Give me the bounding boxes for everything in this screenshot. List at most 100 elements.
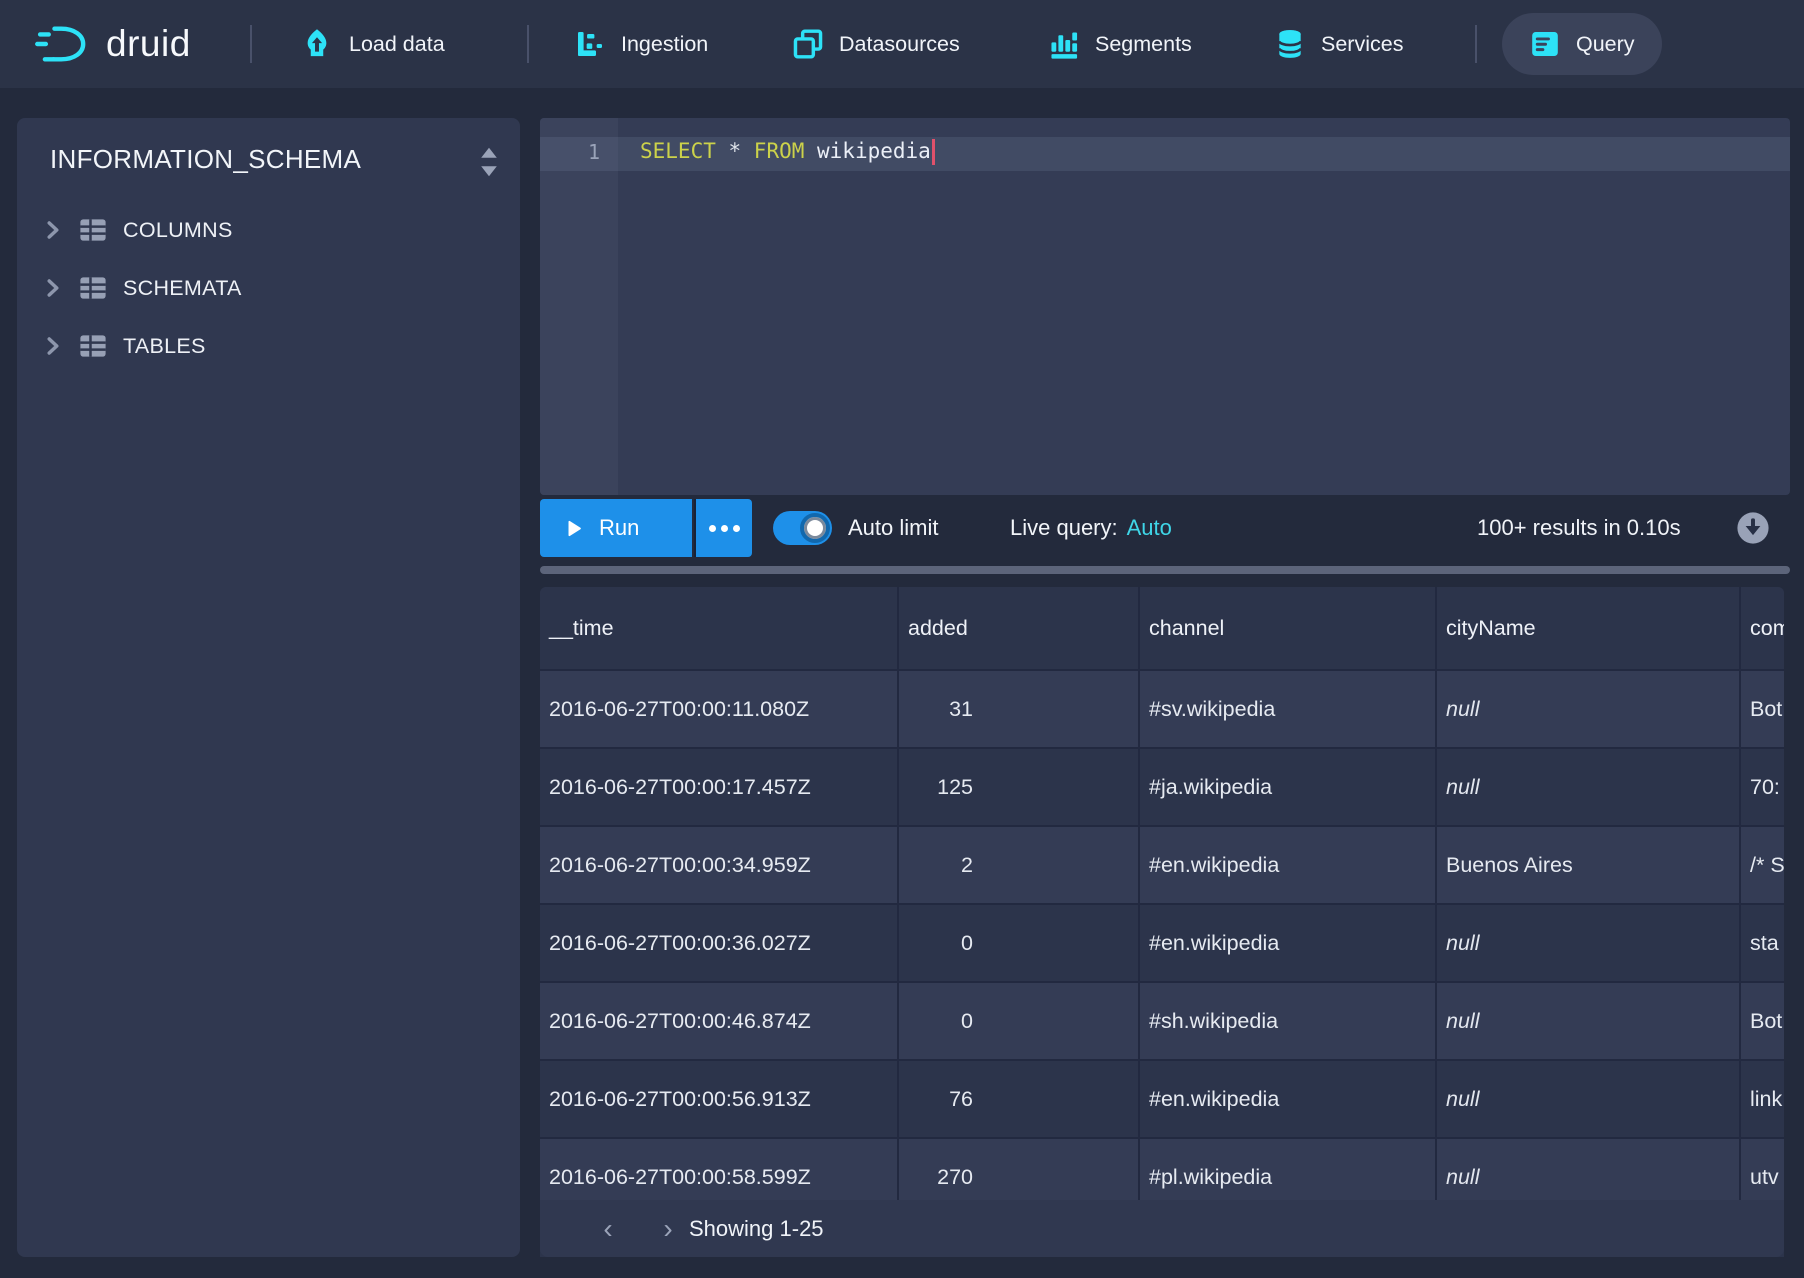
chevron-right-icon[interactable] — [43, 278, 63, 298]
column-header-channel[interactable]: channel — [1140, 587, 1437, 669]
table-cell[interactable]: 31 — [899, 671, 1140, 747]
play-icon — [564, 519, 583, 538]
nav-divider — [527, 25, 529, 63]
table-row: 2016-06-27T00:00:34.959Z2#en.wikipediaBu… — [540, 827, 1784, 905]
nav-item-datasources[interactable]: Datasources — [792, 0, 960, 88]
sidebar-item-columns[interactable]: COLUMNS — [17, 203, 520, 257]
nav-item-label: Ingestion — [621, 32, 708, 57]
nav-item-load-data[interactable]: Load data — [300, 0, 445, 88]
table-cell[interactable]: 2016-06-27T00:00:34.959Z — [540, 827, 899, 903]
nav-item-ingestion[interactable]: Ingestion — [574, 0, 708, 88]
nav-item-label: Query — [1576, 32, 1635, 57]
live-query-label: Live query: — [1010, 515, 1118, 541]
chevron-right-icon[interactable] — [43, 336, 63, 356]
services-icon — [1274, 28, 1306, 60]
query-editor[interactable]: 1 SELECT * FROM wikipedia — [540, 118, 1790, 495]
previous-page-button[interactable]: ‹ — [588, 1200, 628, 1257]
table-cell[interactable]: 2016-06-27T00:00:46.874Z — [540, 983, 899, 1059]
column-header-comment[interactable]: comment — [1741, 587, 1784, 669]
table-cell[interactable]: null — [1437, 983, 1741, 1059]
table-cell[interactable]: 0 — [899, 983, 1140, 1059]
column-header-time[interactable]: __time — [540, 587, 899, 669]
table-cell[interactable]: #sh.wikipedia — [1140, 983, 1437, 1059]
sql-token-keyword: FROM — [754, 139, 805, 163]
nav-item-query[interactable]: Query — [1502, 13, 1662, 75]
table-cell[interactable]: #sv.wikipedia — [1140, 671, 1437, 747]
sidebar-item-tables[interactable]: TABLES — [17, 319, 520, 373]
table-cell[interactable]: sta — [1741, 905, 1784, 981]
results-summary: 100+ results in 0.10s — [1477, 499, 1681, 557]
table-cell[interactable]: /* S — [1741, 827, 1784, 903]
results-table: __timeaddedchannelcityNamecomment 2016-0… — [540, 587, 1784, 1257]
live-query-control: Live query: Auto — [1010, 499, 1172, 557]
table-cell[interactable]: #ja.wikipedia — [1140, 749, 1437, 825]
table-cell[interactable]: link — [1741, 1061, 1784, 1137]
run-button[interactable]: Run — [540, 499, 692, 557]
table-cell[interactable]: #en.wikipedia — [1140, 905, 1437, 981]
splitter-handle[interactable] — [540, 566, 1790, 574]
table-cell[interactable]: null — [1437, 905, 1741, 981]
sidebar-item-label: TABLES — [123, 334, 206, 359]
table-cell[interactable]: 2 — [899, 827, 1140, 903]
sidebar-item-label: SCHEMATA — [123, 276, 242, 301]
schema-selector[interactable]: INFORMATION_SCHEMA — [17, 136, 520, 188]
nav-item-label: Load data — [349, 32, 445, 57]
datasources-icon — [792, 28, 824, 60]
double-caret-vertical-icon — [476, 144, 502, 185]
table-cell[interactable]: Bot — [1741, 983, 1784, 1059]
table-cell[interactable]: Bot — [1741, 671, 1784, 747]
schema-sidebar: INFORMATION_SCHEMA COLUMNS SCHEMATA TABLES — [17, 118, 520, 1257]
column-header-added[interactable]: added — [899, 587, 1140, 669]
table-cell[interactable]: #en.wikipedia — [1140, 1061, 1437, 1137]
table-row: 2016-06-27T00:00:17.457Z125#ja.wikipedia… — [540, 749, 1784, 827]
brand[interactable]: druid — [34, 0, 191, 88]
table-icon — [79, 332, 107, 360]
table-cell[interactable]: 70: — [1741, 749, 1784, 825]
live-query-mode-dropdown[interactable]: Auto — [1127, 515, 1172, 541]
download-icon — [1736, 511, 1770, 545]
nav-item-label: Datasources — [839, 32, 960, 57]
druid-logo-icon — [34, 22, 96, 66]
sql-token-keyword: SELECT — [640, 139, 716, 163]
table-cell[interactable]: 2016-06-27T00:00:17.457Z — [540, 749, 899, 825]
chevron-right-icon[interactable] — [43, 220, 63, 240]
next-page-button[interactable]: › — [648, 1200, 688, 1257]
table-cell[interactable]: 76 — [899, 1061, 1140, 1137]
table-icon — [79, 274, 107, 302]
table-cell[interactable]: null — [1437, 749, 1741, 825]
nav-item-segments[interactable]: Segments — [1048, 0, 1192, 88]
sql-query-text: SELECT * FROM wikipedia — [640, 139, 935, 165]
showing-range-label: Showing 1-25 — [689, 1200, 824, 1257]
table-cell[interactable]: 2016-06-27T00:00:36.027Z — [540, 905, 899, 981]
download-results-button[interactable] — [1736, 511, 1770, 545]
table-cell[interactable]: 2016-06-27T00:00:11.080Z — [540, 671, 899, 747]
nav-item-label: Segments — [1095, 32, 1192, 57]
load-data-icon — [300, 27, 334, 61]
table-icon — [79, 216, 107, 244]
ingestion-icon — [574, 28, 606, 60]
auto-limit-label: Auto limit — [848, 499, 938, 557]
column-header-cityName[interactable]: cityName — [1437, 587, 1741, 669]
table-cell[interactable]: null — [1437, 1061, 1741, 1137]
table-cell[interactable]: null — [1437, 671, 1741, 747]
table-cell[interactable]: 0 — [899, 905, 1140, 981]
sql-token-operator: * — [716, 139, 754, 163]
run-button-label: Run — [599, 515, 639, 541]
toggle-knob — [800, 513, 830, 543]
table-row: 2016-06-27T00:00:11.080Z31#sv.wikipedian… — [540, 671, 1784, 749]
run-more-options-button[interactable] — [694, 499, 752, 557]
table-cell[interactable]: 2016-06-27T00:00:56.913Z — [540, 1061, 899, 1137]
table-cell[interactable]: #en.wikipedia — [1140, 827, 1437, 903]
text-cursor — [932, 139, 935, 165]
auto-limit-toggle[interactable] — [773, 511, 832, 545]
query-icon — [1529, 28, 1561, 60]
editor-gutter — [540, 118, 618, 495]
nav-item-services[interactable]: Services — [1274, 0, 1403, 88]
sidebar-item-label: COLUMNS — [123, 218, 233, 243]
more-options-icon — [709, 525, 740, 532]
table-cell[interactable]: 125 — [899, 749, 1140, 825]
nav-divider — [250, 25, 252, 63]
sidebar-item-schemata[interactable]: SCHEMATA — [17, 261, 520, 315]
segments-icon — [1048, 28, 1080, 60]
table-cell[interactable]: Buenos Aires — [1437, 827, 1741, 903]
